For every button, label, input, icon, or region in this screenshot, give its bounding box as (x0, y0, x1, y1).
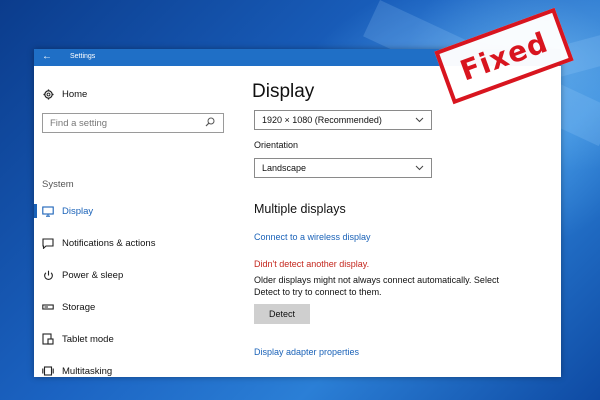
back-arrow-icon[interactable]: ← (42, 51, 52, 63)
connect-wireless-display-link[interactable]: Connect to a wireless display (254, 232, 371, 242)
chevron-down-icon (415, 163, 424, 173)
sidebar-item-display[interactable]: Display (42, 202, 93, 220)
resolution-value: 1920 × 1080 (Recommended) (262, 115, 382, 125)
display-adapter-properties-link[interactable]: Display adapter properties (254, 347, 359, 357)
sidebar-item-label: Power & sleep (62, 269, 124, 281)
monitor-icon (42, 205, 54, 217)
detection-error-text: Didn't detect another display. (254, 259, 370, 269)
sidebar-item-label: Tablet mode (62, 333, 114, 345)
sidebar-item-notifications[interactable]: Notifications & actions (42, 234, 155, 252)
sidebar: Home Find a setting System Display Notif… (34, 66, 239, 377)
detect-button[interactable]: Detect (254, 304, 310, 324)
search-placeholder: Find a setting (50, 117, 108, 129)
section-title-multiple-displays: Multiple displays (254, 202, 346, 216)
orientation-label: Orientation (254, 140, 299, 150)
orientation-dropdown[interactable]: Landscape (254, 158, 432, 178)
main-content: Display 1920 × 1080 (Recommended) Orient… (252, 66, 552, 377)
sidebar-item-home[interactable]: Home (42, 85, 87, 103)
sidebar-item-label: Display (62, 205, 94, 217)
window-title: Settings (70, 53, 96, 60)
chevron-down-icon (415, 115, 424, 125)
sidebar-item-label: Storage (62, 301, 96, 313)
multitasking-icon (42, 365, 54, 377)
sidebar-item-label: Multitasking (62, 365, 113, 377)
selection-indicator (34, 204, 37, 218)
message-icon (42, 237, 54, 249)
search-input[interactable]: Find a setting (42, 113, 224, 133)
power-icon (42, 269, 54, 281)
sidebar-item-storage[interactable]: Storage (42, 298, 95, 316)
page-title: Display (252, 81, 315, 102)
resolution-dropdown[interactable]: 1920 × 1080 (Recommended) (254, 110, 432, 130)
orientation-value: Landscape (262, 163, 307, 173)
sidebar-item-label: Home (62, 88, 88, 100)
gear-icon (42, 88, 54, 100)
tablet-icon (42, 333, 54, 345)
sidebar-item-label: Notifications & actions (62, 237, 156, 249)
sidebar-item-multitasking[interactable]: Multitasking (42, 362, 112, 377)
storage-icon (42, 301, 54, 313)
group-label-system: System (42, 179, 74, 190)
settings-window: ← Settings Home Find a setting System Di… (34, 49, 561, 377)
detect-info-text: Older displays might not always connect … (254, 275, 499, 297)
sidebar-item-power-sleep[interactable]: Power & sleep (42, 266, 123, 284)
sidebar-item-tablet-mode[interactable]: Tablet mode (42, 330, 114, 348)
search-icon[interactable] (205, 114, 219, 132)
